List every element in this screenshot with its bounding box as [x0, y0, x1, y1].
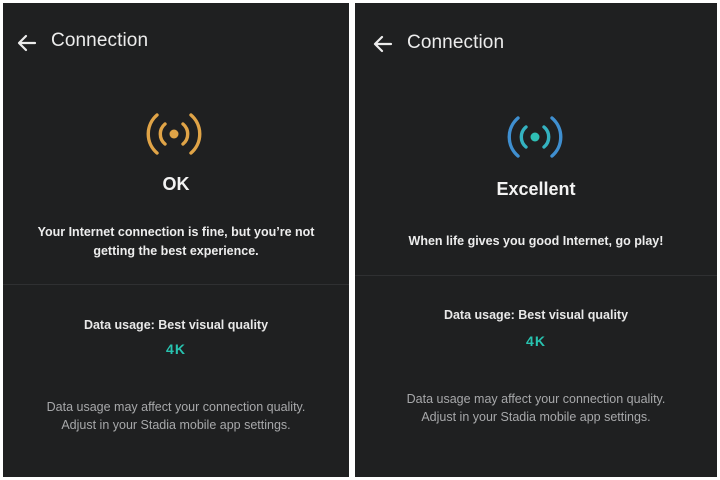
note-line: Adjust in your Stadia mobile app setting… [61, 418, 291, 432]
quality-badge: 4K [166, 341, 186, 357]
signal-broadcast-icon [146, 113, 202, 155]
note-line: Data usage may affect your connection qu… [46, 400, 306, 414]
back-button[interactable] [13, 29, 41, 57]
connection-status-label: Excellent [496, 179, 576, 199]
data-usage-label: Data usage: Best visual quality [443, 308, 629, 322]
section-divider [3, 284, 349, 285]
quality-badge: 4K [526, 333, 546, 349]
app-header: Connection [3, 3, 349, 83]
page-title: Connection [407, 32, 505, 53]
connection-panel-excellent: Connection Excellent When life gives you… [355, 3, 717, 477]
data-usage-note: Data usage may affect your connection qu… [17, 398, 335, 434]
connection-status-label: OK [162, 174, 190, 194]
back-button[interactable] [369, 30, 397, 58]
data-usage-note: Data usage may affect your connection qu… [369, 390, 703, 426]
data-usage-label: Data usage: Best visual quality [83, 318, 269, 332]
message-line: getting the best experience. [93, 244, 259, 258]
app-header: Connection [355, 3, 717, 83]
arrow-back-icon [17, 34, 37, 52]
section-divider [355, 275, 717, 276]
message-line: Your Internet connection is fine, but yo… [37, 225, 315, 239]
connection-message: Your Internet connection is fine, but yo… [23, 223, 329, 261]
connection-message: When life gives you good Internet, go pl… [375, 232, 697, 251]
connection-panel-ok: Connection OK Your Internet connection i… [3, 3, 349, 477]
page-title: Connection [51, 30, 149, 51]
signal-broadcast-icon [507, 116, 563, 158]
note-line: Data usage may affect your connection qu… [406, 392, 666, 406]
message-line: When life gives you good Internet, go pl… [408, 234, 664, 248]
note-line: Adjust in your Stadia mobile app setting… [421, 410, 651, 424]
arrow-back-icon [373, 35, 393, 53]
